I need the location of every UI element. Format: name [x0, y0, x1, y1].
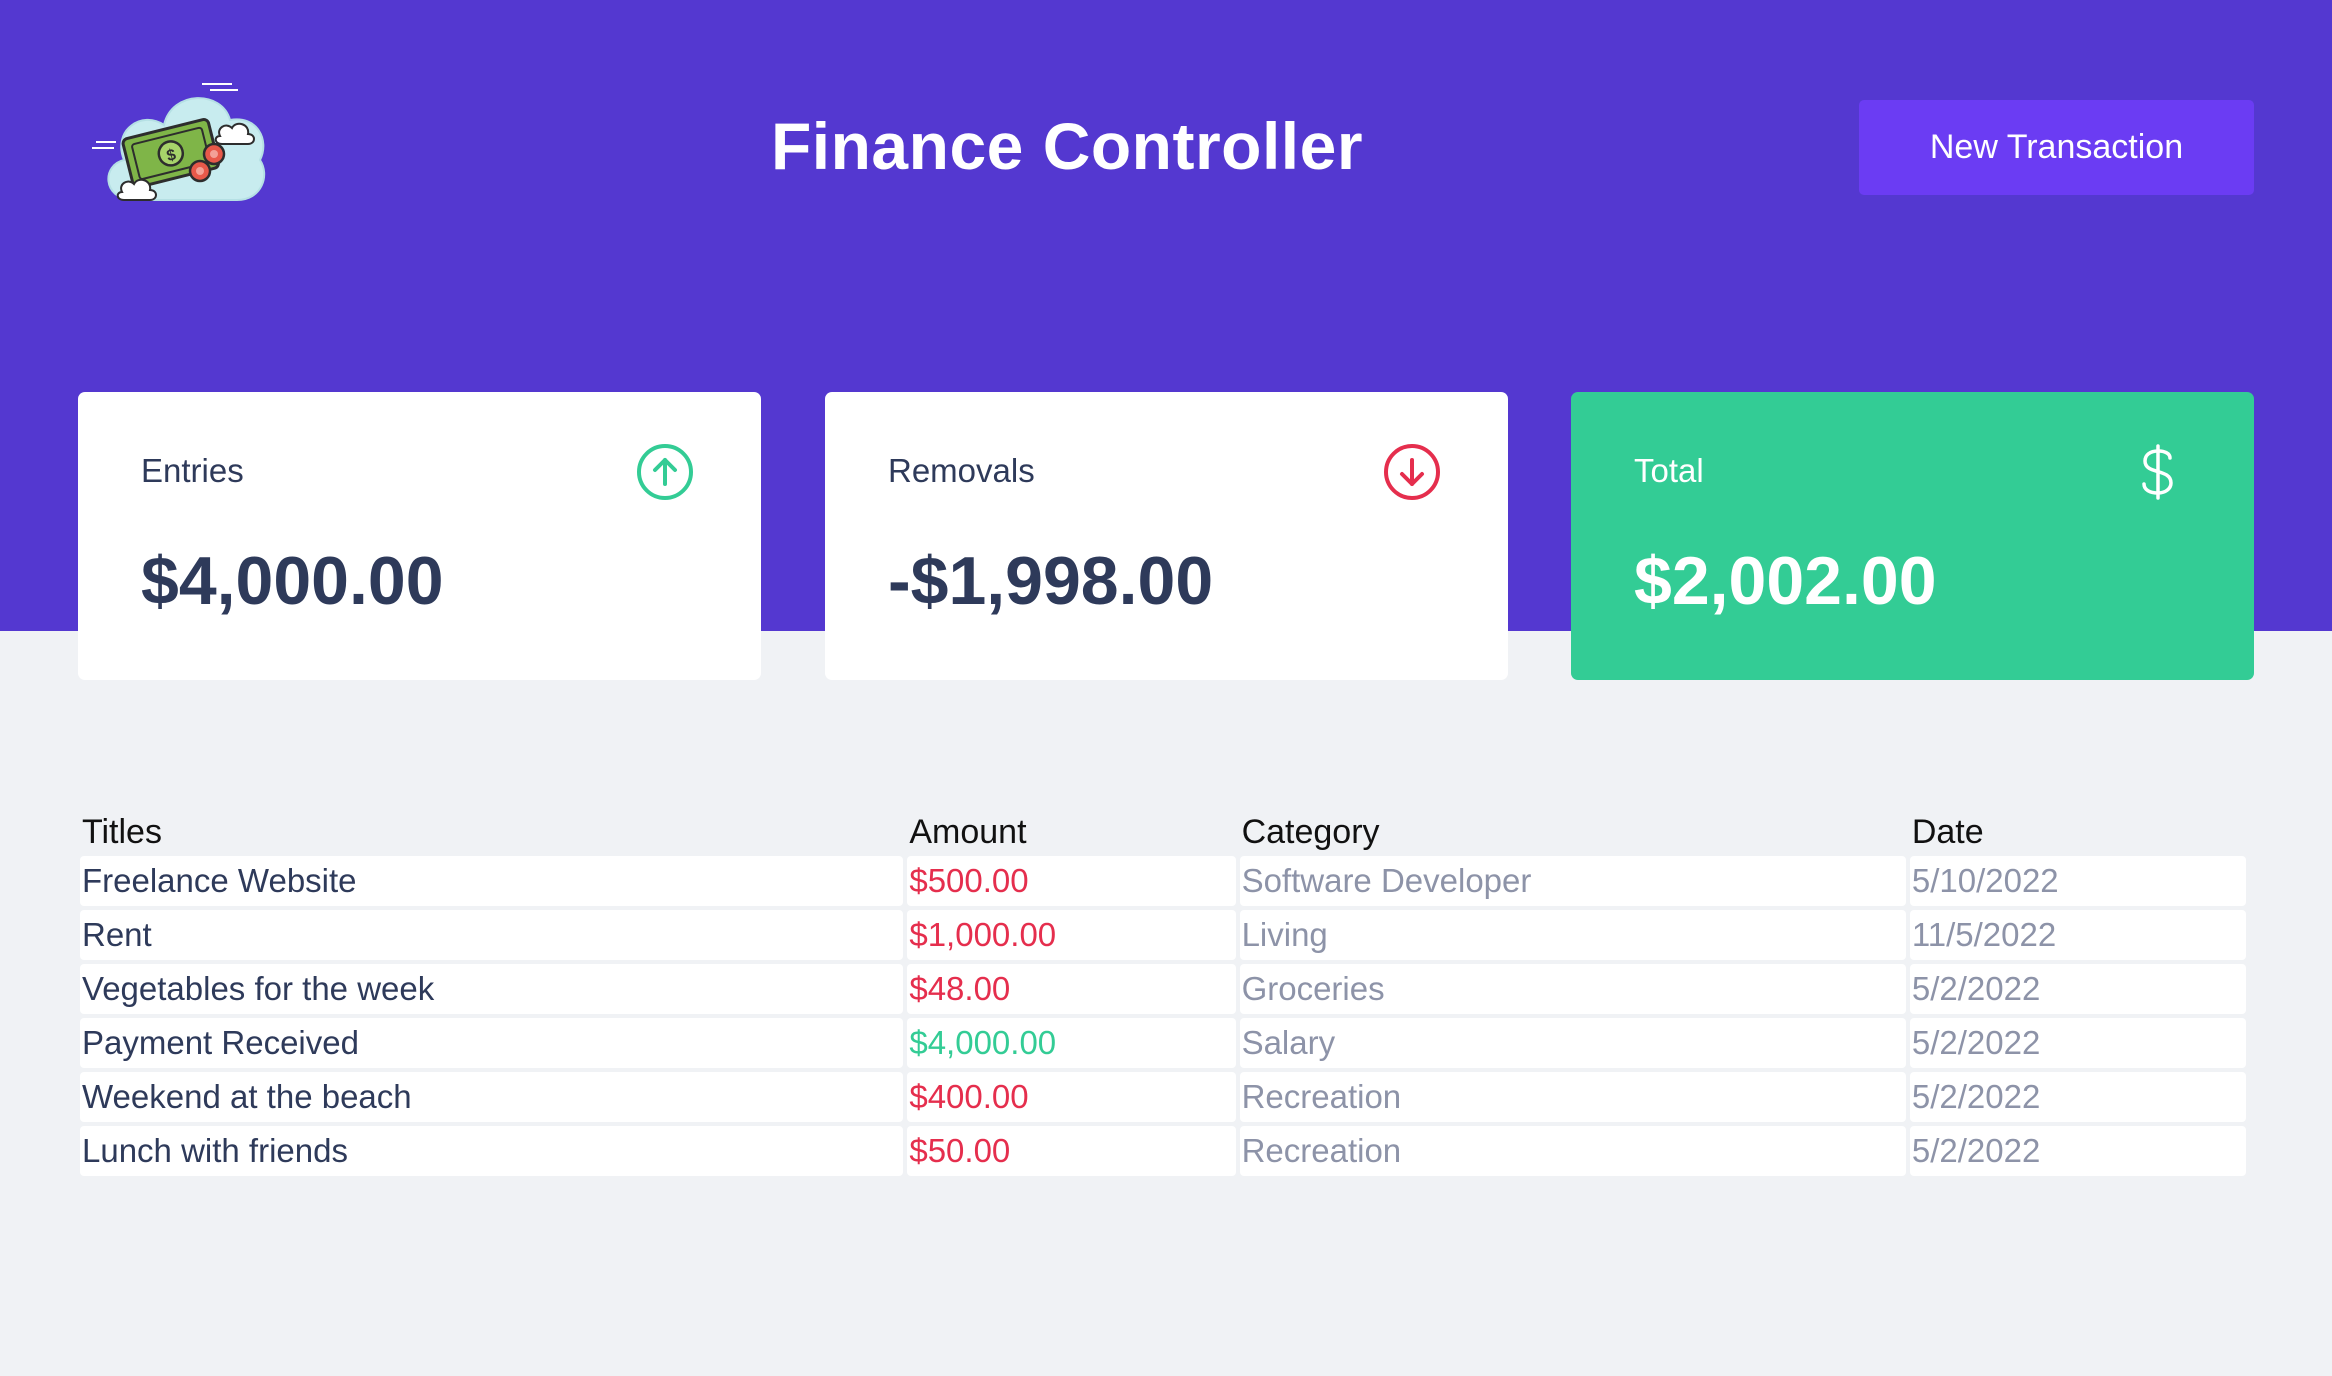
- removals-label: Removals: [888, 452, 1035, 489]
- row-category: Software Developer: [1239, 856, 1906, 906]
- row-category: Recreation: [1239, 1126, 1906, 1176]
- row-title: Freelance Website: [80, 856, 904, 906]
- row-amount: $500.00: [907, 856, 1236, 906]
- table-row: Vegetables for the week $48.00 Groceries…: [80, 964, 2246, 1014]
- row-date: 5/2/2022: [1909, 964, 2246, 1014]
- row-amount: $50.00: [907, 1126, 1236, 1176]
- row-title: Weekend at the beach: [80, 1072, 904, 1122]
- table-row: Payment Received $4,000.00 Salary 5/2/20…: [80, 1018, 2246, 1068]
- table-row: Weekend at the beach $400.00 Recreation …: [80, 1072, 2246, 1122]
- app-title: Finance Controller: [770, 109, 1364, 183]
- row-category: Living: [1239, 910, 1906, 960]
- arrow-circle-up-icon: [635, 442, 695, 502]
- row-amount: $4,000.00: [907, 1018, 1236, 1068]
- row-date: 5/2/2022: [1909, 1018, 2246, 1068]
- row-title: Rent: [80, 910, 904, 960]
- entries-value: $4,000.00: [141, 543, 444, 619]
- column-header-amount: Amount: [909, 813, 1027, 851]
- removals-value: -$1,998.00: [888, 543, 1214, 619]
- row-category: Recreation: [1239, 1072, 1906, 1122]
- column-header-date: Date: [1911, 813, 1984, 851]
- total-label: Total: [1634, 452, 1704, 489]
- row-category: Salary: [1239, 1018, 1906, 1068]
- row-category: Groceries: [1239, 964, 1906, 1014]
- entries-card: Entries $4,000.00: [78, 392, 761, 680]
- table-row: Rent $1,000.00 Living 11/5/2022: [80, 910, 2246, 960]
- total-value: $2,002.00: [1634, 543, 1937, 619]
- row-title: Lunch with friends: [80, 1126, 904, 1176]
- total-card: Total $2,002.00: [1571, 392, 2254, 680]
- column-header-category: Category: [1241, 813, 1380, 851]
- row-amount: $1,000.00: [907, 910, 1236, 960]
- row-amount: $400.00: [907, 1072, 1236, 1122]
- row-title: Payment Received: [80, 1018, 904, 1068]
- row-amount: $48.00: [907, 964, 1236, 1014]
- arrow-circle-down-icon: [1382, 442, 1442, 502]
- new-transaction-button[interactable]: New Transaction: [1859, 100, 2254, 195]
- table-header-row: Titles Amount Category Date: [80, 812, 2246, 852]
- row-date: 5/10/2022: [1909, 856, 2246, 906]
- row-title: Vegetables for the week: [80, 964, 904, 1014]
- dollar-sign-icon: [2128, 442, 2188, 502]
- removals-card: Removals -$1,998.00: [825, 392, 1508, 680]
- table-row: Lunch with friends $50.00 Recreation 5/2…: [80, 1126, 2246, 1176]
- row-date: 11/5/2022: [1909, 910, 2246, 960]
- row-date: 5/2/2022: [1909, 1126, 2246, 1176]
- row-date: 5/2/2022: [1909, 1072, 2246, 1122]
- table-row: Freelance Website $500.00 Software Devel…: [80, 856, 2246, 906]
- transactions-table: Titles Amount Category Date Freelance We…: [76, 808, 2250, 1180]
- column-header-titles: Titles: [82, 813, 162, 851]
- entries-label: Entries: [141, 452, 244, 489]
